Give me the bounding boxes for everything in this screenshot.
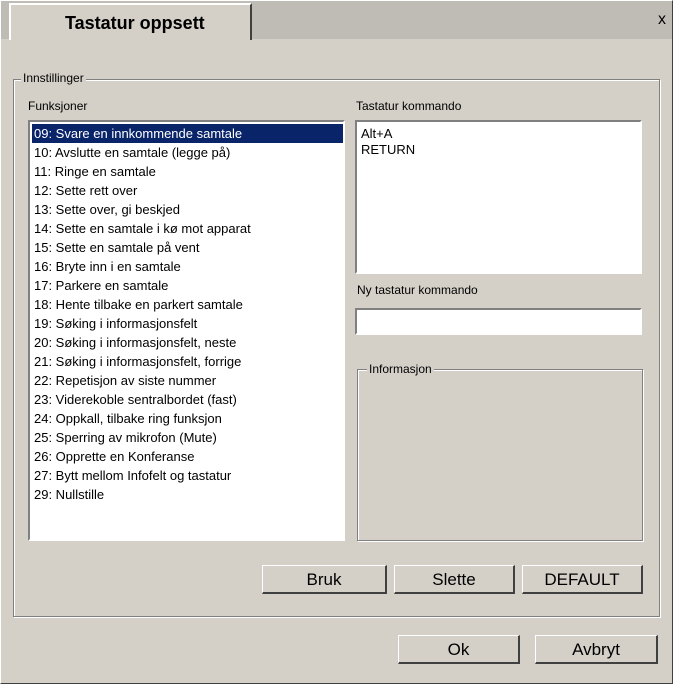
functions-label: Funksjoner bbox=[28, 99, 88, 113]
delete-button-label: Slette bbox=[432, 570, 476, 589]
function-list-item[interactable]: 21: Søking i informasjonsfelt, forrige bbox=[32, 352, 343, 371]
new-keyboard-command-label: Ny tastatur kommando bbox=[357, 283, 478, 297]
keyboard-command-item[interactable]: RETURN bbox=[359, 142, 640, 158]
function-list-item[interactable]: 29: Nullstille bbox=[32, 485, 343, 504]
keyboard-command-label: Tastatur kommando bbox=[356, 99, 462, 113]
close-icon: x bbox=[658, 11, 666, 28]
information-group bbox=[357, 369, 643, 541]
function-list-item[interactable]: 13: Sette over, gi beskjed bbox=[32, 200, 343, 219]
function-list-item[interactable]: 10: Avslutte en samtale (legge på) bbox=[32, 143, 343, 162]
function-list-item[interactable]: 16: Bryte inn i en samtale bbox=[32, 257, 343, 276]
keyboard-command-list: Alt+A RETURN bbox=[357, 126, 640, 158]
function-list-item[interactable]: 09: Svare en innkommende samtale bbox=[32, 124, 343, 143]
function-list-item[interactable]: 19: Søking i informasjonsfelt bbox=[32, 314, 343, 333]
apply-button[interactable]: Bruk bbox=[262, 565, 387, 594]
title-bar: Tastatur oppsett x bbox=[1, 1, 672, 40]
cancel-button[interactable]: Avbryt bbox=[535, 635, 658, 664]
settings-group-legend: Innstillinger bbox=[21, 71, 86, 85]
function-list-item[interactable]: 25: Sperring av mikrofon (Mute) bbox=[32, 428, 343, 447]
function-list-item[interactable]: 23: Viderekoble sentralbordet (fast) bbox=[32, 390, 343, 409]
new-keyboard-command-value bbox=[357, 314, 360, 329]
ok-button-label: Ok bbox=[447, 640, 470, 659]
close-button[interactable]: x bbox=[653, 12, 671, 30]
function-list-item[interactable]: 20: Søking i informasjonsfelt, neste bbox=[32, 333, 343, 352]
function-list-item[interactable]: 22: Repetisjon av siste nummer bbox=[32, 371, 343, 390]
delete-button[interactable]: Slette bbox=[394, 565, 515, 594]
function-list-item[interactable]: 18: Hente tilbake en parkert samtale bbox=[32, 295, 343, 314]
keyboard-setup-dialog: Tastatur oppsett x Innstillinger Funksjo… bbox=[0, 0, 673, 684]
function-list-item[interactable]: 14: Sette en samtale i kø mot apparat bbox=[32, 219, 343, 238]
function-list-item[interactable]: 17: Parkere en samtale bbox=[32, 276, 343, 295]
function-list-item[interactable]: 15: Sette en samtale på vent bbox=[32, 238, 343, 257]
tab-keyboard-setup[interactable]: Tastatur oppsett bbox=[9, 3, 252, 40]
information-group-legend: Informasjon bbox=[367, 362, 434, 376]
ok-button[interactable]: Ok bbox=[398, 635, 520, 664]
default-button[interactable]: DEFAULT bbox=[522, 565, 643, 594]
function-list-item[interactable]: 27: Bytt mellom Infofelt og tastatur bbox=[32, 466, 343, 485]
dialog-title: Tastatur oppsett bbox=[65, 13, 205, 33]
apply-button-label: Bruk bbox=[306, 570, 342, 589]
functions-listbox[interactable]: 09: Svare en innkommende samtale 10: Avsl… bbox=[28, 120, 345, 541]
new-keyboard-command-input[interactable] bbox=[355, 308, 642, 335]
keyboard-command-item[interactable]: Alt+A bbox=[359, 126, 640, 142]
keyboard-command-listbox[interactable]: Alt+A RETURN bbox=[355, 120, 642, 274]
cancel-button-label: Avbryt bbox=[572, 640, 620, 659]
function-list-item[interactable]: 11: Ringe en samtale bbox=[32, 162, 343, 181]
function-list-item[interactable]: 12: Sette rett over bbox=[32, 181, 343, 200]
function-list-item[interactable]: 24: Oppkall, tilbake ring funksjon bbox=[32, 409, 343, 428]
functions-list: 09: Svare en innkommende samtale 10: Avsl… bbox=[30, 122, 343, 504]
default-button-label: DEFAULT bbox=[544, 570, 620, 589]
function-list-item[interactable]: 26: Opprette en Konferanse bbox=[32, 447, 343, 466]
